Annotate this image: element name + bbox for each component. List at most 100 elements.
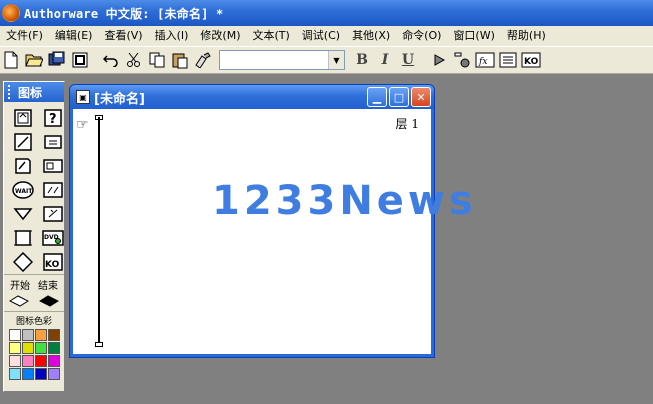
end-label: 结束 <box>38 281 58 292</box>
undo-icon <box>103 55 118 67</box>
color-swatch[interactable] <box>48 368 60 380</box>
color-swatch[interactable] <box>9 368 21 380</box>
color-swatch[interactable] <box>35 329 47 341</box>
color-swatch[interactable] <box>35 368 47 380</box>
menu-insert[interactable]: 插入(I) <box>149 26 195 46</box>
bold-button[interactable]: B <box>351 49 373 71</box>
color-swatch[interactable] <box>48 329 60 341</box>
knowledge-objects-button[interactable]: KO <box>520 49 542 71</box>
menu-modify[interactable]: 修改(M) <box>194 26 246 46</box>
cut-button[interactable] <box>123 49 145 71</box>
erase-icon-tool[interactable] <box>12 132 34 152</box>
color-swatch[interactable] <box>35 342 47 354</box>
color-swatch[interactable] <box>35 355 47 367</box>
functions-button[interactable]: fx <box>474 49 496 71</box>
knowledge-object-icon: KO <box>43 253 63 271</box>
save-all-button[interactable] <box>46 49 68 71</box>
import-button[interactable] <box>69 49 91 71</box>
decision-icon-tool[interactable] <box>12 204 34 224</box>
navigate-icon-tool[interactable] <box>12 156 34 176</box>
menu-text[interactable]: 文本(T) <box>246 26 295 46</box>
navigate-icon <box>15 158 31 174</box>
question-icon: ? <box>44 109 62 127</box>
decision-wait-tool[interactable]: WAIT <box>12 180 34 200</box>
pointing-hand-icon[interactable]: ☞ <box>76 117 89 133</box>
movie-icon-tool[interactable] <box>42 204 64 224</box>
variables-icon <box>499 52 517 68</box>
menu-window[interactable]: 窗口(W) <box>447 26 500 46</box>
maximize-icon: □ <box>393 90 405 104</box>
map-icon <box>14 230 32 246</box>
interaction-icon-tool[interactable] <box>42 180 64 200</box>
new-file-button[interactable] <box>0 49 22 71</box>
watermark: 1233News <box>212 178 477 224</box>
chevron-down-icon[interactable]: ▼ <box>328 51 344 69</box>
import-icon <box>72 52 88 68</box>
maximize-button[interactable]: □ <box>389 87 409 107</box>
icon-palette: 图标 ? WAIT DVD KO 开始 结束 图标色彩 <box>3 81 65 392</box>
design-window-title: [未命名] <box>94 91 145 107</box>
variables-button[interactable] <box>497 49 519 71</box>
functions-icon: fx <box>475 52 495 68</box>
scissors-icon <box>127 52 140 67</box>
functions-label: fx <box>478 57 487 67</box>
color-swatch[interactable] <box>22 368 34 380</box>
menu-edit[interactable]: 编辑(E) <box>49 26 99 46</box>
menu-help[interactable]: 帮助(H) <box>501 26 552 46</box>
color-swatch[interactable] <box>22 355 34 367</box>
paste-button[interactable] <box>169 49 191 71</box>
copy-button[interactable] <box>146 49 168 71</box>
find-button[interactable] <box>192 49 214 71</box>
diamond-icon <box>13 252 33 272</box>
color-swatch[interactable] <box>9 342 21 354</box>
color-swatch[interactable] <box>9 329 21 341</box>
grip-icon[interactable] <box>8 85 12 99</box>
color-swatch[interactable] <box>9 355 21 367</box>
color-swatch[interactable] <box>48 342 60 354</box>
framework-icon-tool[interactable] <box>42 156 64 176</box>
map-icon-tool[interactable] <box>12 228 34 248</box>
color-swatch[interactable] <box>22 329 34 341</box>
minimize-button[interactable]: ▁ <box>367 87 387 107</box>
menu-other[interactable]: 其他(X) <box>346 26 396 46</box>
play-icon <box>434 54 446 66</box>
palette-title-bar[interactable]: 图标 <box>4 82 64 102</box>
menu-bar: 文件(F) 编辑(E) 查看(V) 插入(I) 修改(M) 文本(T) 调试(C… <box>0 26 653 46</box>
ko-icon-tool[interactable]: KO <box>42 252 64 272</box>
menu-command[interactable]: 命令(O) <box>396 26 447 46</box>
start-flag-button[interactable] <box>8 294 30 311</box>
color-swatch[interactable] <box>48 355 60 367</box>
undo-button[interactable] <box>100 49 122 71</box>
menu-file[interactable]: 文件(F) <box>0 26 49 46</box>
erase-icon <box>14 133 32 151</box>
control-panel-button[interactable] <box>451 49 473 71</box>
flowline-canvas[interactable]: ☞ 层 1 <box>73 109 431 354</box>
dvd-icon-tool[interactable]: DVD <box>42 228 64 248</box>
underline-button[interactable]: U <box>397 49 419 71</box>
color-swatch[interactable] <box>22 342 34 354</box>
color-swatches <box>4 327 64 382</box>
save-all-icon <box>48 51 65 66</box>
italic-button[interactable]: I <box>374 49 396 71</box>
white-flag-icon <box>8 295 30 307</box>
wait-icon-tool[interactable] <box>42 132 64 152</box>
close-button[interactable]: ✕ <box>411 87 431 107</box>
triangle-down-icon <box>13 208 33 221</box>
start-label: 开始 <box>10 281 30 292</box>
authorware-app-icon[interactable] <box>2 4 20 22</box>
close-icon: ✕ <box>416 90 426 104</box>
design-window-title-bar[interactable]: ▣ [未命名] ▁ □ ✕ <box>70 85 434 109</box>
open-file-button[interactable] <box>23 49 45 71</box>
layer-label: 层 1 <box>395 117 419 131</box>
flowline[interactable] <box>98 117 100 345</box>
end-flag-button[interactable] <box>38 294 60 311</box>
menu-debug[interactable]: 调试(C) <box>296 26 346 46</box>
framework-icon <box>43 159 63 173</box>
font-select[interactable]: ▼ <box>219 50 345 70</box>
icon-color-title: 图标色彩 <box>15 317 52 327</box>
menu-view[interactable]: 查看(V) <box>98 26 148 46</box>
start-flag-tool-diamond[interactable] <box>12 252 34 272</box>
display-icon-tool[interactable] <box>12 108 34 128</box>
motion-icon-tool[interactable]: ? <box>42 108 64 128</box>
run-button[interactable] <box>428 49 450 71</box>
